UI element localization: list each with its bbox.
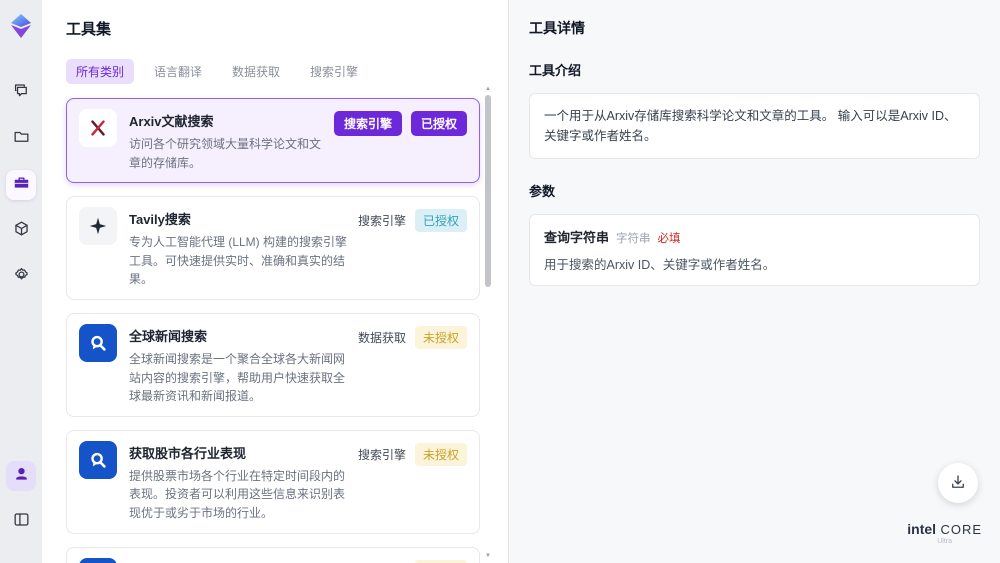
tool-card[interactable]: 全球新闻搜索 全球新闻搜索是一个聚合全球各大新闻网站内容的搜索引擎，帮助用户快速…: [66, 312, 480, 417]
intel-core-sub: Ultra: [937, 538, 953, 545]
param-required-badge: 必填: [657, 233, 681, 245]
tool-title: 获取市场最活跃股票信息: [129, 560, 350, 563]
page-title: 工具集: [66, 21, 112, 38]
param-name: 查询字符串: [544, 230, 610, 245]
scroll-up-arrow[interactable]: ▲: [485, 86, 491, 92]
tab-label: 语言翻译: [154, 65, 203, 79]
intel-core-logo: intel core Ultra: [907, 521, 982, 545]
sidebar-item-chat[interactable]: [6, 78, 36, 108]
category-tabs: 所有类别 语言翻译 数据获取 搜索引擎: [66, 59, 508, 84]
tavily-star-icon: [89, 217, 107, 235]
category-tab[interactable]: 语言翻译: [144, 59, 212, 84]
briefcase-icon: [12, 173, 31, 197]
app-logo-icon: [7, 12, 35, 40]
scrollbar-thumb[interactable]: [485, 95, 491, 287]
search-bubble-icon: [91, 452, 106, 468]
tool-auth-badge[interactable]: 未授权: [414, 559, 467, 563]
category-tab[interactable]: 数据获取: [222, 59, 290, 84]
tool-auth-badge[interactable]: 已授权: [410, 111, 467, 136]
scroll-down-arrow[interactable]: ▼: [485, 553, 491, 559]
tool-icon: [79, 323, 117, 362]
tool-category-tag[interactable]: 搜索引擎: [333, 111, 402, 136]
tool-card[interactable]: Arxiv文献搜索 访问各个研究领域大量科学论文和文章的存储库。 搜索引擎 已授…: [66, 98, 480, 184]
tool-card[interactable]: Tavily搜索 专为人工智能代理 (LLM) 构建的搜索引擎工具。可快速提供实…: [66, 196, 480, 300]
tab-label: 数据获取: [232, 65, 281, 79]
tool-icon: [79, 109, 117, 147]
search-bubble-icon: [91, 335, 106, 351]
chat-icon: [12, 81, 31, 105]
tool-card[interactable]: 获取股市各行业表现 提供股票市场各个行业在特定时间段内的表现。投资者可以利用这些…: [66, 429, 480, 534]
tool-icon: [79, 557, 117, 563]
tool-category-tag[interactable]: 搜索引擎: [358, 446, 406, 463]
sidebar-item-packages[interactable]: [6, 216, 36, 246]
tool-description: 提供股票市场各个行业在特定时间段内的表现。投资者可以利用这些信息来识别表现优于或…: [129, 468, 346, 520]
tab-label: 搜索引擎: [310, 65, 359, 79]
category-tab[interactable]: 搜索引擎: [300, 59, 368, 84]
tool-title: 获取股市各行业表现: [129, 445, 247, 461]
tool-list-panel: 工具集 所有类别 语言翻译 数据获取 搜索引擎 Arxiv文献搜索 访问各个研究…: [42, 0, 508, 563]
cube-icon: [12, 219, 31, 243]
sidebar-item-tools[interactable]: [6, 170, 36, 200]
download-icon: [949, 473, 967, 494]
tool-card[interactable]: 获取市场最活跃股票信息 提供当天交易量最高的股票列表。投资者可以利用这些信息来识…: [66, 546, 480, 563]
intro-heading: 工具介绍: [529, 63, 582, 78]
tool-description: 专为人工智能代理 (LLM) 构建的搜索引擎工具。可快速提供实时、准确和真实的结…: [129, 235, 348, 287]
intro-box: 一个用于从Arxiv存储库搜索科学论文和文章的工具。 输入可以是Arxiv ID…: [529, 93, 980, 159]
tool-title: Arxiv文献搜索: [129, 114, 214, 129]
panel-layout-icon: [12, 510, 31, 534]
param-box: 查询字符串 字符串 必填 用于搜索的Arxiv ID、关键字或作者姓名。: [529, 214, 980, 286]
tool-description: 全球新闻搜索是一个聚合全球各大新闻网站内容的搜索引擎，帮助用户快速获取全球最新资…: [129, 351, 346, 404]
intro-text: 一个用于从Arxiv存储库搜索科学论文和文章的工具。 输入可以是Arxiv ID…: [544, 109, 957, 143]
category-tab[interactable]: 所有类别: [66, 59, 135, 84]
tool-auth-badge[interactable]: 已授权: [414, 209, 467, 233]
params-heading: 参数: [529, 184, 556, 199]
tool-icon: [79, 440, 117, 479]
download-button[interactable]: [938, 463, 978, 503]
gear-icon: [12, 265, 31, 289]
detail-title: 工具详情: [529, 20, 585, 36]
sidebar-item-collapse[interactable]: [6, 507, 36, 537]
tool-auth-badge[interactable]: 未授权: [414, 442, 467, 466]
tool-title: Tavily搜索: [129, 212, 191, 228]
sidebar: [0, 0, 42, 563]
tab-label: 所有类别: [76, 65, 125, 79]
tool-description: 访问各个研究领域大量科学论文和文章的存储库。: [129, 137, 322, 170]
folder-icon: [12, 127, 31, 151]
tool-category-tag[interactable]: 数据获取: [358, 329, 406, 346]
tool-detail-panel: 工具详情 工具介绍 一个用于从Arxiv存储库搜索科学论文和文章的工具。 输入可…: [508, 0, 1000, 563]
arxiv-icon: [91, 120, 105, 136]
tool-title: 全球新闻搜索: [129, 328, 208, 344]
param-type: 字符串: [616, 233, 651, 245]
tool-list: Arxiv文献搜索 访问各个研究领域大量科学论文和文章的存储库。 搜索引擎 已授…: [66, 98, 480, 563]
sidebar-item-settings[interactable]: [6, 262, 36, 292]
tool-category-tag[interactable]: 搜索引擎: [358, 212, 406, 229]
list-scrollbar: ▲ ▼: [484, 86, 492, 559]
sidebar-item-files[interactable]: [6, 124, 36, 154]
param-description: 用于搜索的Arxiv ID、关键字或作者姓名。: [544, 258, 776, 272]
user-icon: [12, 464, 31, 488]
sidebar-item-account[interactable]: [6, 461, 36, 491]
tool-auth-badge[interactable]: 未授权: [414, 325, 467, 349]
app-window: 工具集 所有类别 语言翻译 数据获取 搜索引擎 Arxiv文献搜索 访问各个研究…: [0, 0, 1000, 563]
tool-icon: [79, 207, 117, 246]
